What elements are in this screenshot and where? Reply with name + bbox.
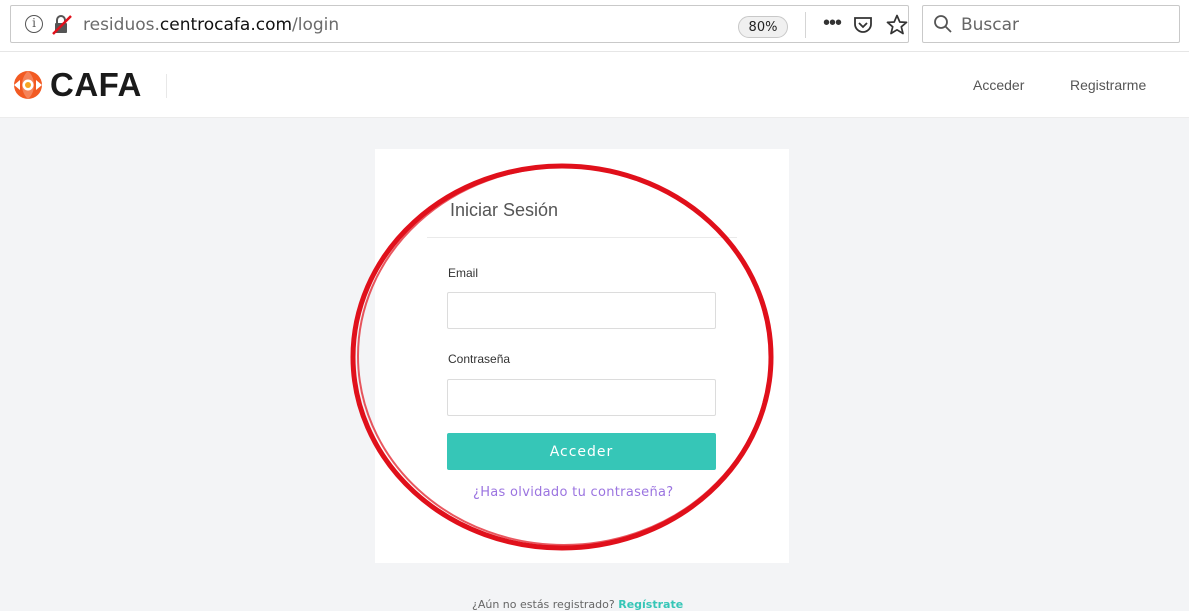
search-placeholder: Buscar — [961, 15, 1020, 35]
pocket-icon[interactable] — [852, 14, 874, 36]
register-prompt: ¿Aún no estás registrado? Regístrate — [472, 598, 683, 611]
email-label: Email — [448, 266, 479, 280]
toolbar-separator — [805, 12, 806, 38]
register-prompt-text: ¿Aún no estás registrado? — [472, 598, 619, 611]
password-label: Contraseña — [448, 352, 511, 366]
email-field[interactable] — [447, 292, 716, 329]
nav-register-link[interactable]: Registrarme — [1070, 77, 1146, 93]
site-header: CAFA Acceder Registrarme — [0, 52, 1189, 118]
nav-login-link[interactable]: Acceder — [973, 77, 1024, 93]
login-submit-button[interactable]: Acceder — [447, 433, 716, 470]
password-field[interactable] — [447, 379, 716, 416]
forgot-password-link[interactable]: ¿Has olvidado tu contraseña? — [473, 485, 673, 500]
browser-search-box[interactable]: Buscar — [922, 5, 1180, 43]
info-icon[interactable]: i — [25, 15, 43, 33]
page-title: Iniciar Sesión — [450, 200, 559, 220]
address-bar[interactable]: i residuos.centrocafa.com/login 80% ••• — [10, 5, 909, 43]
register-link[interactable]: Regístrate — [618, 598, 683, 611]
header-divider — [166, 74, 167, 98]
insecure-lock-icon[interactable] — [51, 14, 73, 36]
zoom-level-badge[interactable]: 80% — [738, 16, 788, 38]
more-actions-icon[interactable]: ••• — [819, 12, 845, 38]
cafa-logo-icon[interactable] — [10, 68, 46, 102]
title-divider — [427, 237, 737, 238]
bookmark-star-icon[interactable] — [885, 13, 909, 37]
search-icon — [934, 15, 952, 33]
login-card: Iniciar Sesión Email Contraseña Acceder … — [375, 149, 789, 563]
url-text[interactable]: residuos.centrocafa.com/login — [83, 15, 339, 35]
cafa-logo-text[interactable]: CAFA — [50, 66, 142, 104]
browser-toolbar: i residuos.centrocafa.com/login 80% ••• … — [0, 0, 1189, 52]
